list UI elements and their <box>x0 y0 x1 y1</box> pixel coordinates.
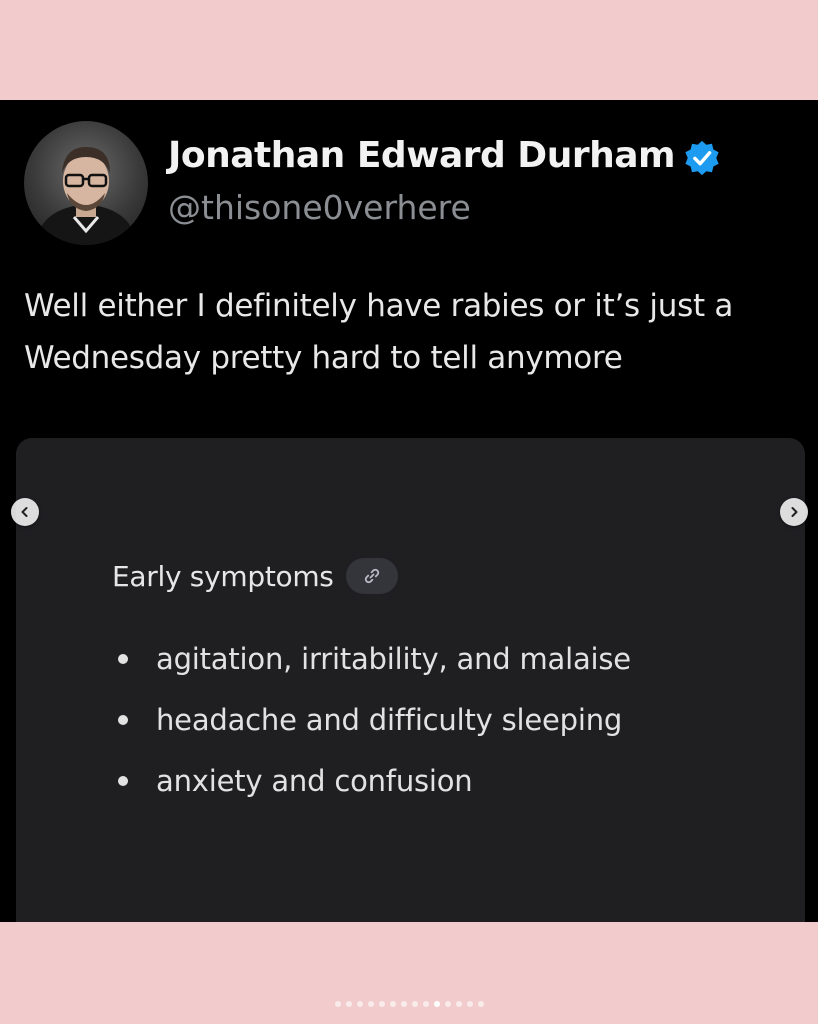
author-handle[interactable]: @thisone0verhere <box>168 188 471 227</box>
carousel-dot[interactable] <box>356 1001 363 1007</box>
carousel-pagination <box>0 1001 818 1007</box>
chevron-left-icon <box>21 507 28 517</box>
carousel-dot[interactable] <box>422 1001 429 1007</box>
carousel-dot[interactable] <box>367 1001 374 1007</box>
previous-slide-button[interactable] <box>11 498 39 526</box>
bullet-icon <box>118 775 128 786</box>
carousel-dot[interactable] <box>455 1001 462 1007</box>
post-text-line: Well either I definitely have rabies or … <box>24 288 734 324</box>
bullet-icon <box>118 653 128 664</box>
carousel-dot[interactable] <box>389 1001 396 1007</box>
carousel-dot[interactable] <box>378 1001 385 1007</box>
list-item: anxiety and confusion <box>114 750 631 811</box>
list-item-text: agitation, irritability, and malaise <box>156 641 631 676</box>
list-item: headache and difficulty sleeping <box>114 689 631 750</box>
carousel-dot[interactable] <box>345 1001 352 1007</box>
post-text: Well either I definitely have rabies or … <box>24 280 804 384</box>
card-heading-text: Early symptoms <box>112 559 334 593</box>
list-item: agitation, irritability, and malaise <box>114 628 631 689</box>
carousel-dot[interactable] <box>477 1001 484 1007</box>
chevron-right-icon <box>791 507 798 517</box>
list-item-text: headache and difficulty sleeping <box>156 702 623 737</box>
carousel-dot[interactable] <box>444 1001 451 1007</box>
author-name[interactable]: Jonathan Edward Durham <box>168 135 676 176</box>
bullet-icon <box>118 714 128 725</box>
carousel-dot[interactable] <box>411 1001 418 1007</box>
list-item-text: anxiety and confusion <box>156 763 473 798</box>
link-icon <box>364 568 379 584</box>
next-slide-button[interactable] <box>780 498 808 526</box>
embedded-screenshot-card: Early symptoms agitation, irritability, … <box>16 438 805 922</box>
symptom-list: agitation, irritability, and malaise hea… <box>114 628 631 811</box>
link-chip <box>345 558 398 594</box>
card-heading: Early symptoms <box>112 558 398 594</box>
person-glasses-avatar-icon <box>38 147 134 245</box>
carousel-dot[interactable] <box>400 1001 407 1007</box>
post-image: Jonathan Edward Durham @thisone0verhere … <box>0 100 818 922</box>
verified-badge-icon <box>685 140 719 176</box>
carousel-dot[interactable] <box>334 1001 341 1007</box>
post-text-line: Wednesday pretty hard to tell anymore <box>24 340 623 376</box>
carousel-dot-active[interactable] <box>433 1001 440 1007</box>
avatar[interactable] <box>24 121 148 245</box>
carousel-dot[interactable] <box>466 1001 473 1007</box>
